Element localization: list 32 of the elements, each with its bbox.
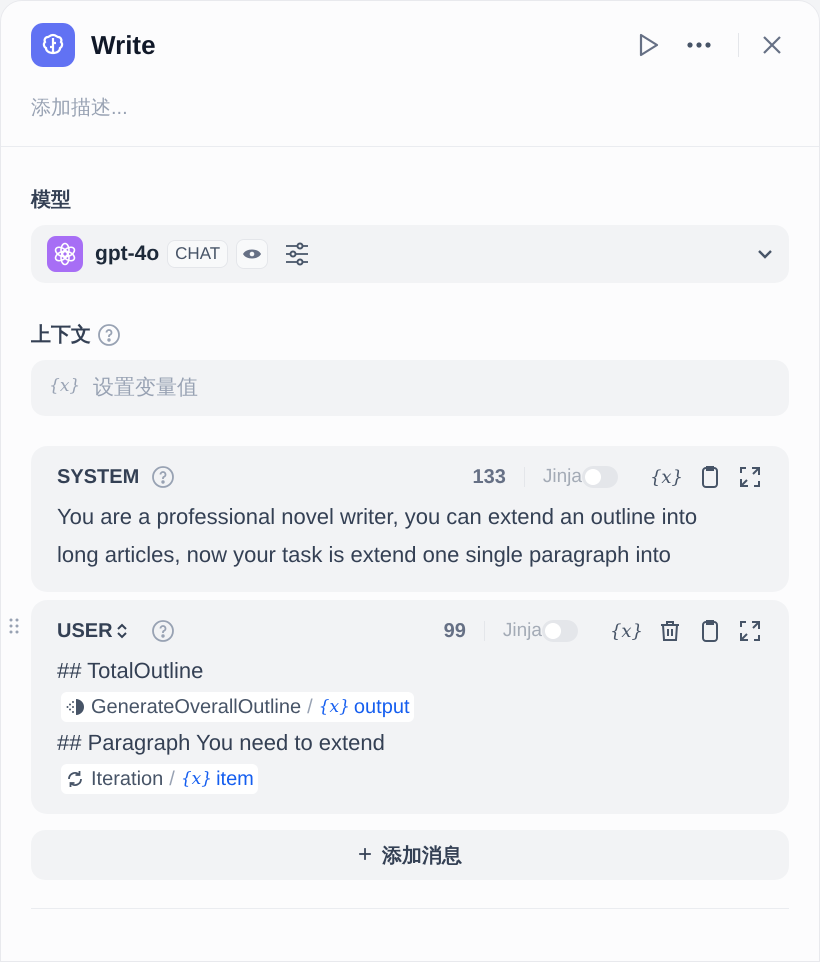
- drag-handle-icon[interactable]: [9, 618, 19, 634]
- model-name: gpt-4o: [95, 242, 160, 266]
- settings-icon[interactable]: [284, 242, 310, 266]
- variable-icon-label: {x}: [49, 376, 80, 396]
- jinja-label: Jinja: [542, 466, 582, 488]
- description-field[interactable]: 添加描述...: [31, 97, 789, 120]
- token-count: 133: [472, 466, 506, 488]
- model-select[interactable]: gpt-4o CHAT: [31, 225, 789, 283]
- role-selector[interactable]: USER: [57, 620, 129, 642]
- brain-icon: [31, 23, 75, 67]
- model-logo-icon: [47, 236, 83, 272]
- section-label: 模型: [31, 188, 71, 212]
- node-title: Write: [91, 30, 157, 60]
- variable-tag[interactable]: Iteration / {x} item: [61, 764, 258, 794]
- prompt-text: ## TotalOutline: [57, 657, 204, 685]
- jinja-toggle[interactable]: [542, 620, 578, 642]
- prompt-text: You are a professional novel writer, you can extend an outline into long articles, now your task is extend one single paragraph into: [57, 503, 698, 569]
- chevron-icon: [757, 249, 773, 259]
- section-label: 上下文: [31, 322, 91, 348]
- insert-variable-button[interactable]: {x}: [650, 463, 683, 491]
- prompt-text: ## Paragraph You need to extend: [57, 729, 386, 757]
- node-icon: [65, 697, 85, 717]
- insert-variable-button[interactable]: {x}: [610, 617, 643, 645]
- add-message-button[interactable]: + 添加消息: [31, 830, 789, 880]
- token-count: 99: [444, 620, 466, 642]
- jinja-toggle[interactable]: [582, 466, 618, 488]
- role-selector[interactable]: SYSTEM: [57, 466, 140, 488]
- loop-icon: [65, 769, 85, 789]
- sort-icon[interactable]: [114, 622, 129, 640]
- mode-tag: CHAT: [167, 240, 228, 268]
- variable-tag[interactable]: GenerateOverallOutline / {x} output: [61, 692, 414, 722]
- jinja-label: Jinja: [502, 620, 542, 642]
